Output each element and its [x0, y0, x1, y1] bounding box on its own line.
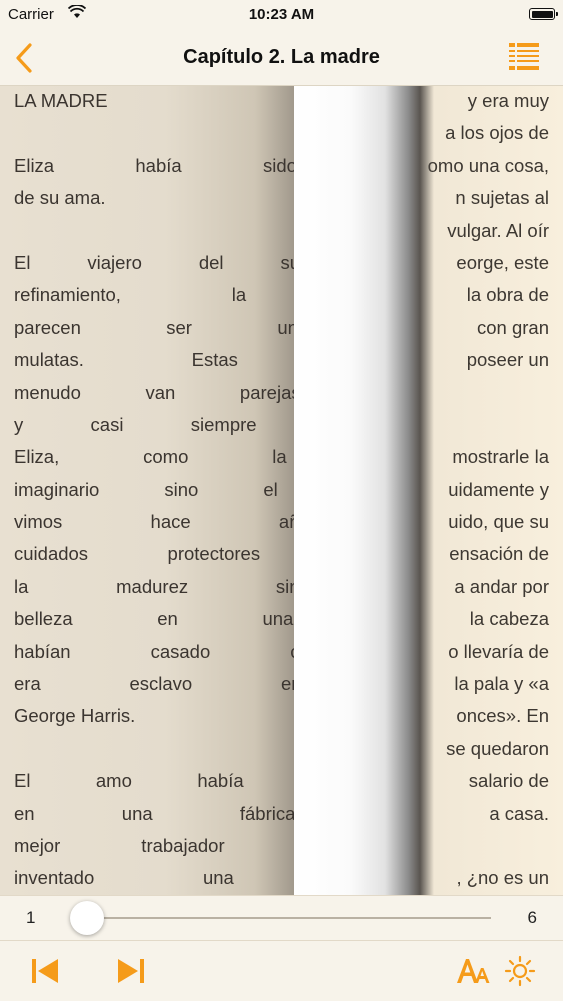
text-line: menudo van parejas con la b [14, 377, 300, 409]
table-of-contents-button[interactable] [507, 40, 541, 74]
text-line: de su ama. [14, 182, 300, 214]
curl-text-line: cuarterona a [294, 344, 414, 376]
chapter-title: Capítulo 2. La madre [0, 46, 563, 69]
curl-text-line [294, 215, 414, 247]
text-line: El amo había alquilado a est [14, 765, 300, 797]
curl-text-line: convierten la [294, 571, 414, 603]
book-page[interactable]: y era muya los ojos deomo una cosa,n suj… [0, 85, 563, 895]
curl-text-line [294, 700, 414, 732]
text-line [14, 733, 300, 765]
text-line: y casi siempre con un aspe [14, 409, 300, 441]
text-line: cuidados protectores de su a [14, 538, 300, 570]
text-line: en una fábrica de bolsas, [14, 798, 300, 830]
text-line: El viajero del sur debió de r [14, 247, 300, 279]
curl-text-line: trabajara [294, 765, 414, 797]
skip-back-icon [28, 955, 62, 987]
text-line: Eliza había sido criada desc [14, 150, 300, 182]
curl-text-line: esclava. La [294, 603, 414, 635]
text-line: mulatas. Estas gracias natu [14, 344, 300, 376]
current-page-text: LA MADRE Eliza había sido criada descde s… [14, 85, 300, 895]
curl-text-line: un bosquejo [294, 441, 414, 473]
curl-text-line [294, 117, 414, 149]
previous-chapter-button[interactable] [28, 955, 62, 987]
curl-text-line: mujer que [294, 474, 414, 506]
slider-max-label: 6 [528, 908, 537, 928]
curl-text-line: deslumbrante [294, 377, 414, 409]
curl-text-line: aire de [294, 247, 414, 279]
status-bar: Carrier 10:23 AM [0, 0, 563, 30]
curl-text-line: obrado [294, 798, 414, 830]
text-line [14, 215, 300, 247]
skip-forward-icon [114, 955, 148, 987]
curl-text-line: modales, que [294, 279, 414, 311]
page-slider-track[interactable] [72, 917, 491, 919]
text-line [14, 117, 300, 149]
font-settings-button[interactable] [455, 955, 491, 987]
text-line: mejor trabajador por su dest [14, 830, 300, 862]
current-page: LA MADRE Eliza había sido criada descde s… [0, 85, 300, 895]
battery-icon [529, 8, 555, 20]
text-line: habían casado con un intelig [14, 636, 300, 668]
text-line: era esclavo en una finca [14, 668, 300, 700]
navigation-bar: Capítulo 2. La madre [0, 30, 563, 86]
curl-text-line: agradable. [294, 409, 414, 441]
curl-text-line: bajo los [294, 506, 414, 538]
text-line: refinamiento, la dulzura de [14, 279, 300, 311]
text-line: vimos hace años en Ken [14, 506, 300, 538]
brightness-button[interactable] [503, 955, 537, 987]
text-line: imaginario sino el dibujo de r [14, 474, 300, 506]
curl-text-line: llamaba [294, 668, 414, 700]
next-chapter-button[interactable] [114, 955, 148, 987]
text-line: inventado una máquina par [14, 862, 300, 894]
text-line: Eliza, como la hemos desc [14, 441, 300, 473]
text-line: LA MADRE [14, 85, 300, 117]
font-size-icon [455, 955, 491, 987]
page-curl-backside-text: favorita aire demodales, quey ahorronascu… [294, 85, 414, 895]
bottom-toolbar [0, 940, 563, 1001]
curl-text-line [294, 733, 414, 765]
clock: 10:23 AM [0, 6, 563, 23]
text-line: la madurez sin las tentac [14, 571, 300, 603]
curl-text-line: y ahorronas [294, 312, 414, 344]
curl-text-line: talento que [294, 636, 414, 668]
text-line: belleza en una herencia fa [14, 603, 300, 635]
curl-text-line: que, ¿no [294, 862, 414, 894]
page-slider-thumb[interactable] [70, 901, 104, 935]
text-line: George Harris. [14, 700, 300, 732]
slider-min-label: 1 [26, 908, 35, 928]
curl-text-line: Había [294, 830, 414, 862]
sun-icon [503, 955, 537, 987]
text-line: parecen ser un don espec [14, 312, 300, 344]
curl-text-line [294, 182, 414, 214]
list-icon [507, 40, 541, 74]
curl-text-line: llegado a [294, 538, 414, 570]
curl-text-line: favorita [294, 150, 414, 182]
page-slider-bar: 1 6 [0, 895, 563, 941]
curl-text-line [294, 85, 414, 117]
